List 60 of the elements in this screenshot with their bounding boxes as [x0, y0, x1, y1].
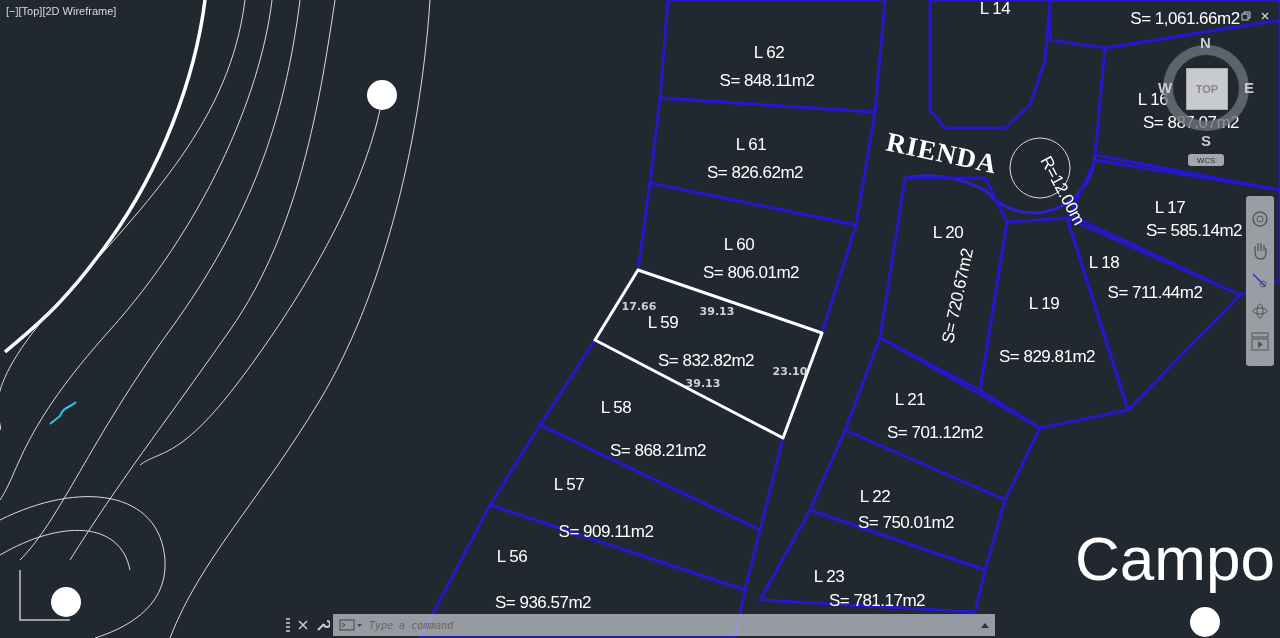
dimension-label: 39.13: [685, 377, 721, 390]
grip-handle[interactable]: [286, 618, 290, 632]
lot-label: L 58: [600, 398, 632, 417]
lot-label: L 22: [859, 487, 891, 506]
lot-label: L 57: [553, 475, 585, 494]
place-name: Campo: [1075, 524, 1275, 593]
dimension-label: 23.10: [772, 365, 808, 378]
ucs-icon: [19, 569, 71, 621]
point-marker: [1190, 607, 1220, 637]
area-label: S= 701.12m2: [886, 423, 984, 442]
lot-label: L 60: [723, 235, 755, 254]
lot-label: L 19: [1028, 294, 1060, 313]
area-label: S= 832.82m2: [657, 351, 755, 370]
compass-letter[interactable]: E: [1244, 79, 1254, 96]
showmotion-icon[interactable]: [1251, 332, 1269, 352]
area-label: S= 826.62m2: [706, 163, 804, 182]
compass-letter[interactable]: S: [1201, 132, 1211, 149]
lot-label: L 61: [735, 135, 767, 154]
point-marker: [367, 80, 397, 110]
area-label: S= 868.21m2: [609, 441, 707, 460]
viewport-control[interactable]: [Top]: [18, 5, 43, 17]
squiggle-mark: [49, 401, 77, 425]
lot-label: L 21: [894, 390, 926, 409]
close-icon[interactable]: [1261, 12, 1269, 20]
area-label: S= 848.11m2: [719, 71, 815, 90]
close-icon[interactable]: [298, 620, 308, 630]
area-label: S= 887.07m2: [1142, 113, 1240, 132]
lot-label: L 14: [979, 0, 1011, 18]
caret-icon[interactable]: [981, 622, 989, 628]
lot-label: L 18: [1088, 253, 1120, 272]
point-marker: [51, 587, 81, 617]
compass-letter[interactable]: N: [1200, 34, 1211, 51]
area-label: S= 829.81m2: [998, 347, 1096, 366]
viewport-control[interactable]: [2D Wireframe]: [42, 5, 117, 17]
zoom-icon[interactable]: [1251, 272, 1269, 290]
pan-hand-icon[interactable]: [1251, 240, 1269, 260]
area-label: S= 806.01m2: [702, 263, 800, 282]
lot-label: L 20: [932, 223, 964, 242]
area-label: S= 750.01m2: [857, 513, 955, 532]
area-label: S= 585.14m2: [1145, 221, 1243, 240]
lot-label: L 23: [813, 567, 845, 586]
area-label: S= 1,061.66m2: [1130, 9, 1240, 28]
steering-wheel-icon[interactable]: [1251, 210, 1269, 228]
command-history-icon[interactable]: [339, 619, 363, 631]
area-label: S= 936.57m2: [494, 593, 592, 612]
lot-label: L 62: [753, 43, 785, 62]
viewport-control[interactable]: [−]: [6, 5, 19, 17]
orbit-icon[interactable]: [1251, 302, 1269, 320]
dimension-label: 39.13: [699, 305, 735, 318]
wcs-menu[interactable]: WCS: [1188, 154, 1224, 166]
dimension-label: 17.66: [621, 300, 657, 313]
command-input[interactable]: Type a command: [367, 618, 977, 632]
street-name: RIENDA: [883, 126, 1001, 180]
lot-label: L 56: [496, 547, 528, 566]
wrench-icon[interactable]: [316, 618, 330, 632]
restore-icon[interactable]: [1241, 11, 1251, 21]
lot-label: L 17: [1154, 198, 1186, 217]
lot-label: L 59: [647, 313, 679, 332]
area-label: S= 711.44m2: [1107, 283, 1203, 302]
area-label: S= 720.67m2: [938, 246, 977, 345]
